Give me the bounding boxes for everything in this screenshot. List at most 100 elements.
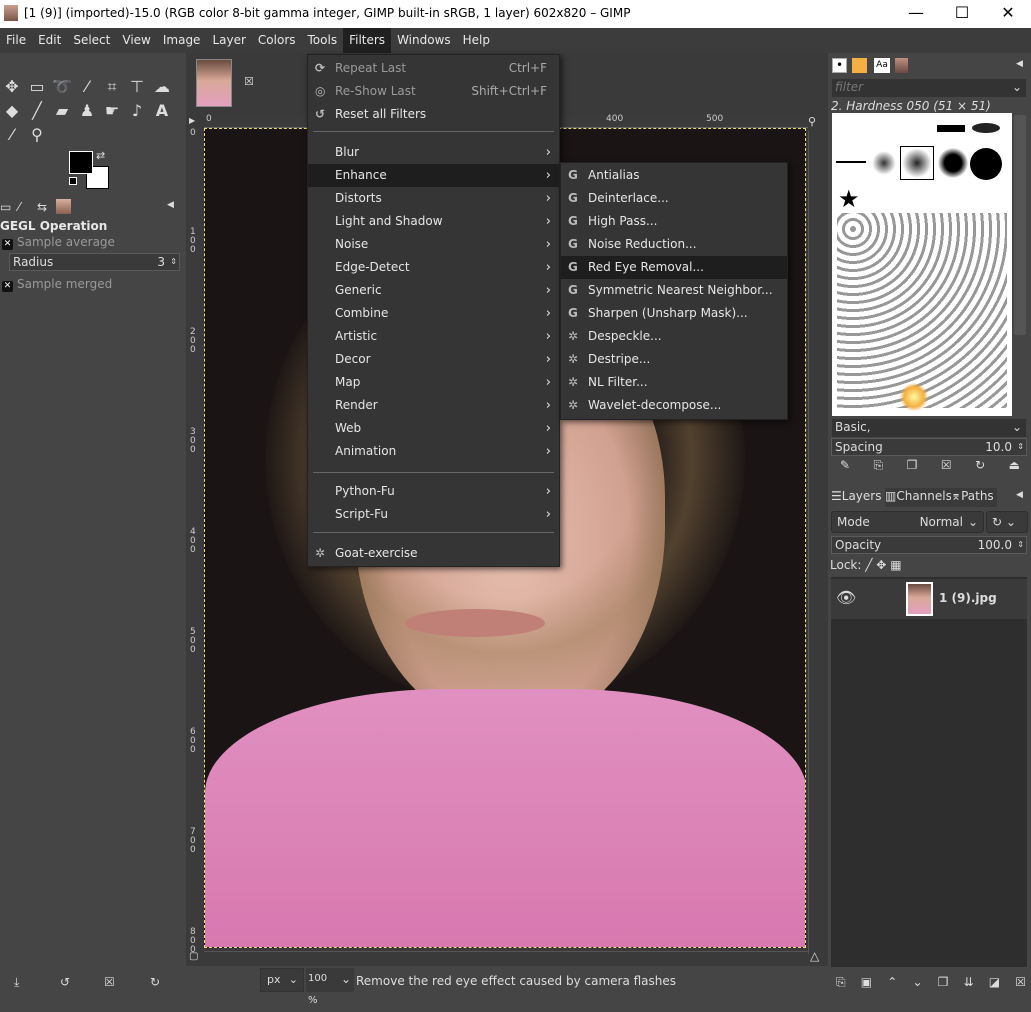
menu-filters[interactable]: Filters bbox=[343, 28, 392, 53]
tab-paths[interactable]: ⌆Paths bbox=[951, 488, 997, 507]
clone-tool-icon[interactable]: ♟ bbox=[75, 99, 99, 123]
brush-item[interactable] bbox=[900, 383, 928, 411]
fonts-tab-icon[interactable]: Aa bbox=[874, 58, 890, 73]
tab-layers[interactable]: ☰Layers bbox=[831, 488, 885, 507]
menu-item-generic[interactable]: Generic › bbox=[308, 279, 559, 302]
menu-item-nl-filter[interactable]: ✲ NL Filter... bbox=[561, 371, 787, 394]
patterns-tab-icon[interactable] bbox=[852, 58, 867, 73]
menu-windows[interactable]: Windows bbox=[391, 28, 457, 53]
composite-mode-select[interactable]: ↻ ⌄ bbox=[986, 511, 1028, 533]
menu-item-reset-all-filters[interactable]: ↺ Reset all Filters bbox=[308, 103, 559, 126]
minimize-button[interactable]: — bbox=[893, 2, 939, 26]
fuzzy-select-tool-icon[interactable]: ⁄ bbox=[75, 75, 99, 99]
configure-tab-icon[interactable]: ◀ bbox=[1016, 490, 1023, 500]
brush-item[interactable] bbox=[836, 161, 866, 163]
open-brush-icon[interactable]: ⏏ bbox=[1009, 458, 1020, 473]
brush-grid[interactable]: ★ bbox=[832, 113, 1012, 416]
transform-tool-icon[interactable]: ⊤ bbox=[125, 75, 149, 99]
menu-item-web[interactable]: Web › bbox=[308, 417, 559, 440]
sample-average-checkbox[interactable]: ✕ Sample average bbox=[0, 232, 180, 252]
layer-row[interactable]: 👁 1 (9).jpg bbox=[831, 579, 1027, 619]
paths-tool-icon[interactable]: ♪ bbox=[125, 99, 149, 123]
new-layer-icon[interactable]: ⎘ bbox=[836, 975, 846, 990]
brush-scrollbar[interactable] bbox=[1014, 115, 1026, 335]
menu-tools[interactable]: Tools bbox=[302, 28, 344, 53]
brush-item[interactable] bbox=[970, 148, 1002, 180]
quick-mask-menu-icon[interactable]: ▶ bbox=[189, 116, 195, 125]
zoom-tool-icon[interactable]: ⚲ bbox=[25, 123, 49, 147]
merge-layer-icon[interactable]: ⇊ bbox=[964, 975, 974, 990]
delete-options-icon[interactable]: ☒ bbox=[104, 975, 115, 989]
menu-item-reshow-last[interactable]: ◎ Re-Show Last Shift+Ctrl+F bbox=[308, 80, 559, 103]
configure-tab-icon[interactable]: ◀ bbox=[167, 200, 174, 210]
default-colors-icon[interactable] bbox=[69, 177, 77, 185]
swap-colors-icon[interactable]: ⇄ bbox=[96, 149, 105, 162]
brush-item[interactable] bbox=[938, 148, 968, 178]
mask-icon[interactable]: ◪ bbox=[989, 975, 1000, 990]
menu-item-destripe[interactable]: ✲ Destripe... bbox=[561, 348, 787, 371]
sample-merged-checkbox[interactable]: ✕ Sample merged bbox=[0, 274, 180, 294]
undo-history-tab-icon[interactable]: ⇆ bbox=[37, 200, 47, 214]
images-tab-icon[interactable] bbox=[56, 199, 71, 214]
menu-image[interactable]: Image bbox=[157, 28, 207, 53]
menu-item-enhance[interactable]: Enhance › bbox=[308, 164, 559, 187]
eye-visibility-icon[interactable]: 👁 bbox=[836, 588, 856, 607]
delete-brush-icon[interactable]: ☒ bbox=[941, 458, 952, 473]
close-button[interactable]: ✕ bbox=[985, 2, 1031, 26]
device-status-tab-icon[interactable]: ⁄ bbox=[18, 200, 20, 214]
menu-help[interactable]: Help bbox=[457, 28, 496, 53]
brush-selected[interactable] bbox=[900, 146, 934, 180]
bucket-fill-tool-icon[interactable]: ◆ bbox=[0, 99, 24, 123]
menu-item-map[interactable]: Map › bbox=[308, 371, 559, 394]
brushes-tab-icon[interactable]: • bbox=[832, 58, 847, 73]
menu-item-artistic[interactable]: Artistic › bbox=[308, 325, 559, 348]
menu-item-blur[interactable]: Blur › bbox=[308, 141, 559, 164]
menu-item-high-pass[interactable]: G High Pass... bbox=[561, 210, 787, 233]
menu-item-repeat-last[interactable]: ⟳ Repeat Last Ctrl+F bbox=[308, 57, 559, 80]
paintbrush-tool-icon[interactable]: ╱ bbox=[25, 99, 49, 123]
delete-layer-icon[interactable]: ☒ bbox=[1015, 975, 1026, 990]
warp-tool-icon[interactable]: ☁ bbox=[150, 75, 174, 99]
opacity-slider[interactable]: Opacity 100.0 ⇕ bbox=[831, 536, 1027, 554]
smudge-tool-icon[interactable]: ☛ bbox=[100, 99, 124, 123]
layer-mode-select[interactable]: Mode Normal ⌄ bbox=[831, 511, 984, 533]
menu-item-deinterlace[interactable]: G Deinterlace... bbox=[561, 187, 787, 210]
image-tab-thumbnail[interactable] bbox=[196, 59, 232, 107]
brush-item[interactable] bbox=[937, 125, 965, 132]
menu-item-light-and-shadow[interactable]: Light and Shadow › bbox=[308, 210, 559, 233]
reset-options-icon[interactable]: ↻ bbox=[150, 975, 160, 989]
brush-item[interactable] bbox=[872, 151, 896, 175]
refresh-brushes-icon[interactable]: ↻ bbox=[975, 458, 985, 473]
move-tool-icon[interactable]: ✥ bbox=[0, 75, 24, 99]
images-tab-icon[interactable] bbox=[895, 58, 908, 73]
menu-item-edge-detect[interactable]: Edge-Detect › bbox=[308, 256, 559, 279]
menu-item-distorts[interactable]: Distorts › bbox=[308, 187, 559, 210]
menu-colors[interactable]: Colors bbox=[252, 28, 302, 53]
brush-item[interactable] bbox=[972, 123, 1000, 133]
zoom-input[interactable]: 100 % bbox=[306, 968, 338, 1006]
lock-alpha-icon[interactable]: ▦ bbox=[890, 558, 901, 572]
menu-item-noise-reduction[interactable]: G Noise Reduction... bbox=[561, 233, 787, 256]
menu-item-animation[interactable]: Animation › bbox=[308, 440, 559, 463]
menu-item-sharpen-unsharp-mask[interactable]: G Sharpen (Unsharp Mask)... bbox=[561, 302, 787, 325]
menu-layer[interactable]: Layer bbox=[206, 28, 251, 53]
text-tool-icon[interactable]: A bbox=[150, 99, 174, 123]
menu-file[interactable]: File bbox=[0, 28, 32, 53]
menu-edit[interactable]: Edit bbox=[32, 28, 67, 53]
menu-item-wavelet-decompose[interactable]: ✲ Wavelet-decompose... bbox=[561, 394, 787, 417]
image-tab-close-icon[interactable]: ☒ bbox=[244, 75, 254, 88]
brush-filter-input[interactable]: filter ⌄ bbox=[832, 79, 1026, 97]
brush-item[interactable]: ★ bbox=[838, 185, 860, 213]
foreground-color-swatch[interactable] bbox=[69, 151, 93, 174]
lock-pixels-icon[interactable]: ╱ bbox=[865, 558, 872, 572]
lower-layer-icon[interactable]: ⌄ bbox=[912, 975, 922, 990]
menu-view[interactable]: View bbox=[116, 28, 156, 53]
navigate-icon[interactable]: △ bbox=[810, 949, 819, 963]
menu-item-decor[interactable]: Decor › bbox=[308, 348, 559, 371]
spacing-slider[interactable]: Spacing 10.0 ⇕ bbox=[831, 438, 1027, 456]
spin-arrows-icon[interactable]: ⇕ bbox=[170, 254, 177, 270]
zoom-toggle-icon[interactable]: ⚲ bbox=[808, 115, 816, 128]
save-options-icon[interactable]: ⤓ bbox=[14, 975, 19, 990]
menu-item-render[interactable]: Render › bbox=[308, 394, 559, 417]
menu-item-noise[interactable]: Noise › bbox=[308, 233, 559, 256]
